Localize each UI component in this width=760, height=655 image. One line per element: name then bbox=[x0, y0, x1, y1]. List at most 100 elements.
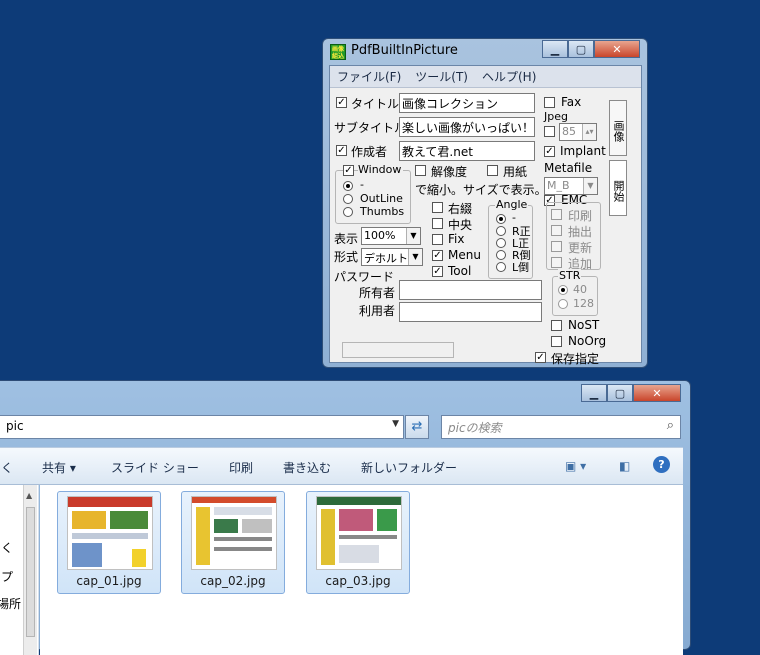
update-label: 更新 bbox=[568, 241, 593, 255]
extract-checkbox[interactable] bbox=[551, 225, 562, 236]
user-password-field[interactable] bbox=[399, 302, 542, 322]
right-bind-checkbox[interactable] bbox=[432, 202, 443, 213]
format-value: デホルト bbox=[364, 252, 408, 265]
nav-item[interactable]: プ bbox=[1, 568, 13, 585]
subtitle-field[interactable]: 楽しい画像がいっぱい！ bbox=[399, 117, 535, 137]
angle-r-inv-radio[interactable] bbox=[496, 250, 506, 260]
fix-label: Fix bbox=[448, 232, 465, 246]
minimize-button[interactable]: ▁ bbox=[542, 40, 568, 58]
slideshow-button[interactable]: スライド ショー bbox=[111, 459, 199, 476]
tab-open[interactable]: 開始 bbox=[609, 160, 627, 216]
user-label: 利用者 bbox=[359, 304, 396, 318]
resolution-checkbox[interactable] bbox=[415, 165, 426, 176]
close-button[interactable]: ✕ bbox=[594, 40, 640, 58]
display-value: 100% bbox=[364, 229, 396, 242]
scroll-up-icon[interactable]: ▲ bbox=[26, 491, 32, 500]
str-group bbox=[552, 276, 598, 316]
preview-pane-icon[interactable]: ◧ bbox=[619, 459, 630, 473]
explorer-window: ▁ ▢ ✕ pic ▼ ⇄ picの検索 ⌕ く 共有 ▾ スライド ショー 印… bbox=[0, 380, 691, 655]
jpeg-quality-spinner[interactable]: 85 ▴▾ bbox=[559, 123, 597, 141]
str-40-radio[interactable] bbox=[558, 285, 568, 295]
str-128-label: 128 bbox=[573, 297, 594, 310]
menu-tools[interactable]: ツール(T) bbox=[415, 68, 468, 85]
format-select[interactable]: デホルト ▼ bbox=[361, 248, 423, 266]
author-checkbox[interactable]: ✓ bbox=[336, 145, 347, 156]
jpeg-checkbox[interactable] bbox=[544, 126, 555, 137]
tool-option-checkbox[interactable]: ✓ bbox=[432, 266, 443, 277]
subtitle-label: サブタイトル bbox=[334, 121, 407, 135]
thumbs-radio[interactable] bbox=[343, 207, 353, 217]
owner-password-field[interactable] bbox=[399, 280, 542, 300]
angle-r-pos-radio[interactable] bbox=[496, 226, 506, 236]
menu-option-checkbox[interactable]: ✓ bbox=[432, 250, 443, 261]
fax-checkbox[interactable] bbox=[544, 97, 555, 108]
angle-l-inv-label: L倒 bbox=[512, 261, 530, 274]
display-select[interactable]: 100% ▼ bbox=[361, 227, 421, 245]
chevron-down-icon[interactable]: ▼ bbox=[406, 228, 420, 244]
title-field[interactable]: 画像コレクション bbox=[399, 93, 535, 113]
outline-radio[interactable] bbox=[343, 194, 353, 204]
share-button[interactable]: 共有 ▾ bbox=[42, 459, 76, 476]
nost-checkbox[interactable] bbox=[551, 320, 562, 331]
save-spec-checkbox[interactable]: ✓ bbox=[535, 352, 546, 363]
view-options-icon[interactable]: ▣ ▾ bbox=[565, 459, 586, 473]
print-button[interactable]: 印刷 bbox=[229, 459, 253, 476]
scrollbar-thumb[interactable] bbox=[26, 507, 35, 637]
address-bar[interactable]: pic ▼ bbox=[0, 415, 404, 439]
nav-scrollbar[interactable]: ▲ bbox=[23, 485, 37, 655]
angle-l-pos-radio[interactable] bbox=[496, 238, 506, 248]
burn-button[interactable]: 書き込む bbox=[283, 459, 331, 476]
explorer-close-button[interactable]: ✕ bbox=[633, 384, 681, 402]
search-icon[interactable]: ⌕ bbox=[667, 418, 674, 433]
chevron-down-icon[interactable]: ▼ bbox=[392, 419, 399, 429]
window-label: Window bbox=[358, 163, 404, 176]
center-checkbox[interactable] bbox=[432, 218, 443, 229]
chevron-down-icon[interactable]: ▼ bbox=[583, 178, 597, 194]
tab-image[interactable]: 画像 bbox=[609, 100, 627, 156]
nav-item[interactable]: た場所 bbox=[0, 595, 21, 612]
file-item[interactable]: cap_01.jpg bbox=[57, 491, 161, 594]
maximize-button[interactable]: ▢ bbox=[568, 40, 594, 58]
extract-label: 抽出 bbox=[568, 225, 593, 239]
update-checkbox[interactable] bbox=[551, 241, 562, 252]
pdf-builtin-picture-window: 画像 組込 PdfBuiltInPicture ▁ ▢ ✕ ファイル(F) ツー… bbox=[322, 38, 648, 368]
paper-checkbox[interactable] bbox=[487, 165, 498, 176]
title-checkbox[interactable]: ✓ bbox=[336, 97, 347, 108]
tool-option-label: Tool bbox=[448, 264, 472, 278]
str-128-radio[interactable] bbox=[558, 299, 568, 309]
angle-label: Angle bbox=[495, 198, 529, 211]
file-item[interactable]: cap_02.jpg bbox=[181, 491, 285, 594]
implant-checkbox[interactable]: ✓ bbox=[544, 146, 555, 157]
nav-item[interactable]: く bbox=[1, 539, 13, 556]
file-name: cap_03.jpg bbox=[325, 574, 391, 588]
angle-l-inv-radio[interactable] bbox=[496, 262, 506, 272]
search-input[interactable]: picの検索 ⌕ bbox=[441, 415, 681, 439]
spinner-arrows-icon[interactable]: ▴▾ bbox=[582, 124, 596, 140]
implant-label: Implant bbox=[560, 144, 606, 158]
author-label: 作成者 bbox=[351, 145, 388, 159]
refresh-icon[interactable]: ⇄ bbox=[405, 415, 429, 439]
app-icon: 画像 組込 bbox=[330, 44, 346, 60]
append-checkbox[interactable] bbox=[551, 257, 562, 268]
menu-help[interactable]: ヘルプ(H) bbox=[482, 68, 536, 85]
new-folder-button[interactable]: 新しいフォルダー bbox=[361, 459, 457, 476]
file-item[interactable]: cap_03.jpg bbox=[306, 491, 410, 594]
display-label: 表示 bbox=[334, 232, 359, 246]
window-checkbox[interactable]: ✓ bbox=[343, 165, 354, 176]
author-field[interactable]: 教えて君.net bbox=[399, 141, 535, 161]
explorer-minimize-button[interactable]: ▁ bbox=[581, 384, 607, 402]
angle-dash-radio[interactable] bbox=[496, 214, 506, 224]
explorer-maximize-button[interactable]: ▢ bbox=[607, 384, 633, 402]
file-name: cap_01.jpg bbox=[76, 574, 142, 588]
noorg-checkbox[interactable] bbox=[551, 336, 562, 347]
fix-checkbox[interactable] bbox=[432, 234, 443, 245]
file-list: cap_01.jpg cap_02.jpg cap_03.jpg bbox=[40, 485, 683, 655]
radio-dash[interactable] bbox=[343, 181, 353, 191]
print-checkbox[interactable] bbox=[551, 209, 562, 220]
toolbar-item-organize[interactable]: く bbox=[1, 459, 13, 476]
thumbnail-image bbox=[316, 496, 402, 570]
owner-label: 所有者 bbox=[359, 286, 396, 300]
menu-file[interactable]: ファイル(F) bbox=[337, 68, 401, 85]
help-icon[interactable]: ? bbox=[653, 456, 670, 473]
chevron-down-icon[interactable]: ▼ bbox=[408, 249, 422, 265]
